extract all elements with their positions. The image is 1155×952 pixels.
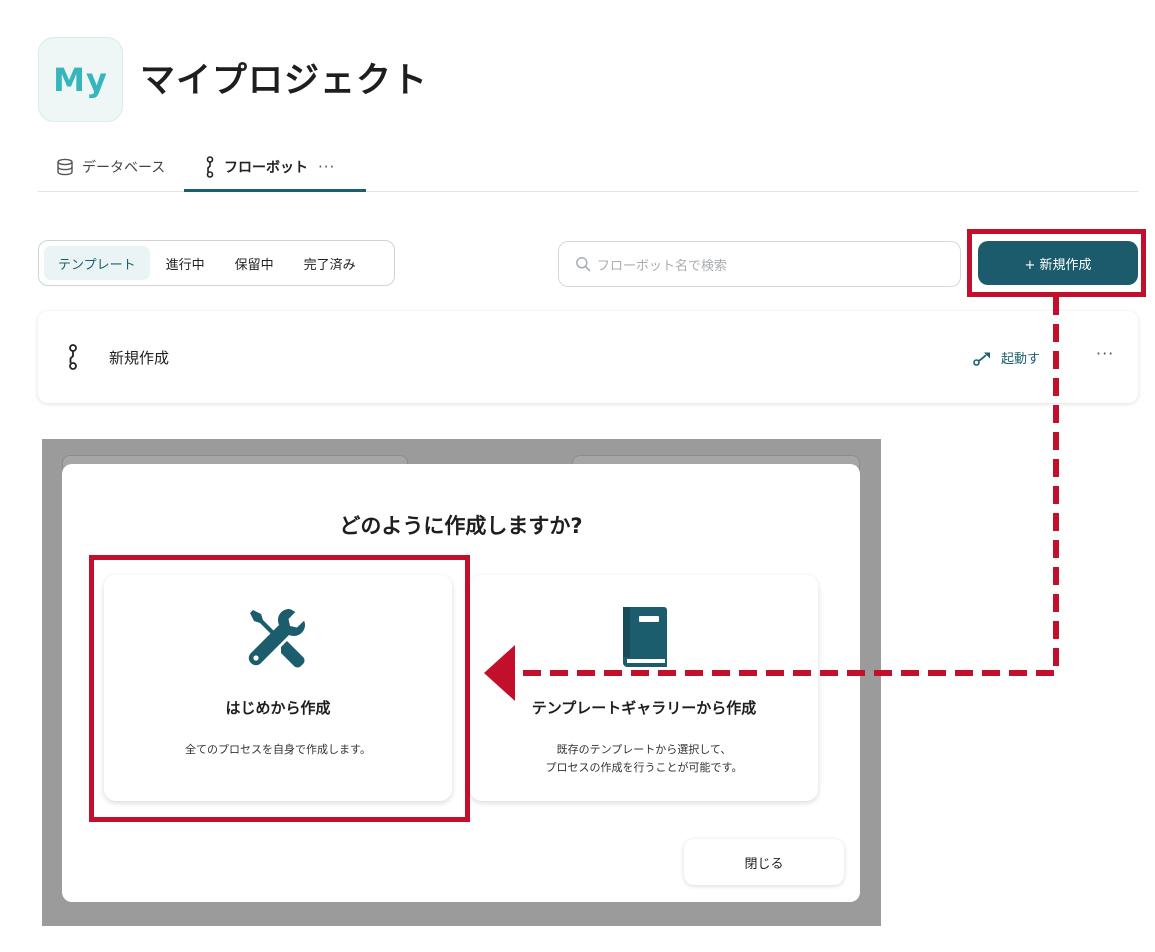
annotation-arrow [484, 297, 1059, 701]
